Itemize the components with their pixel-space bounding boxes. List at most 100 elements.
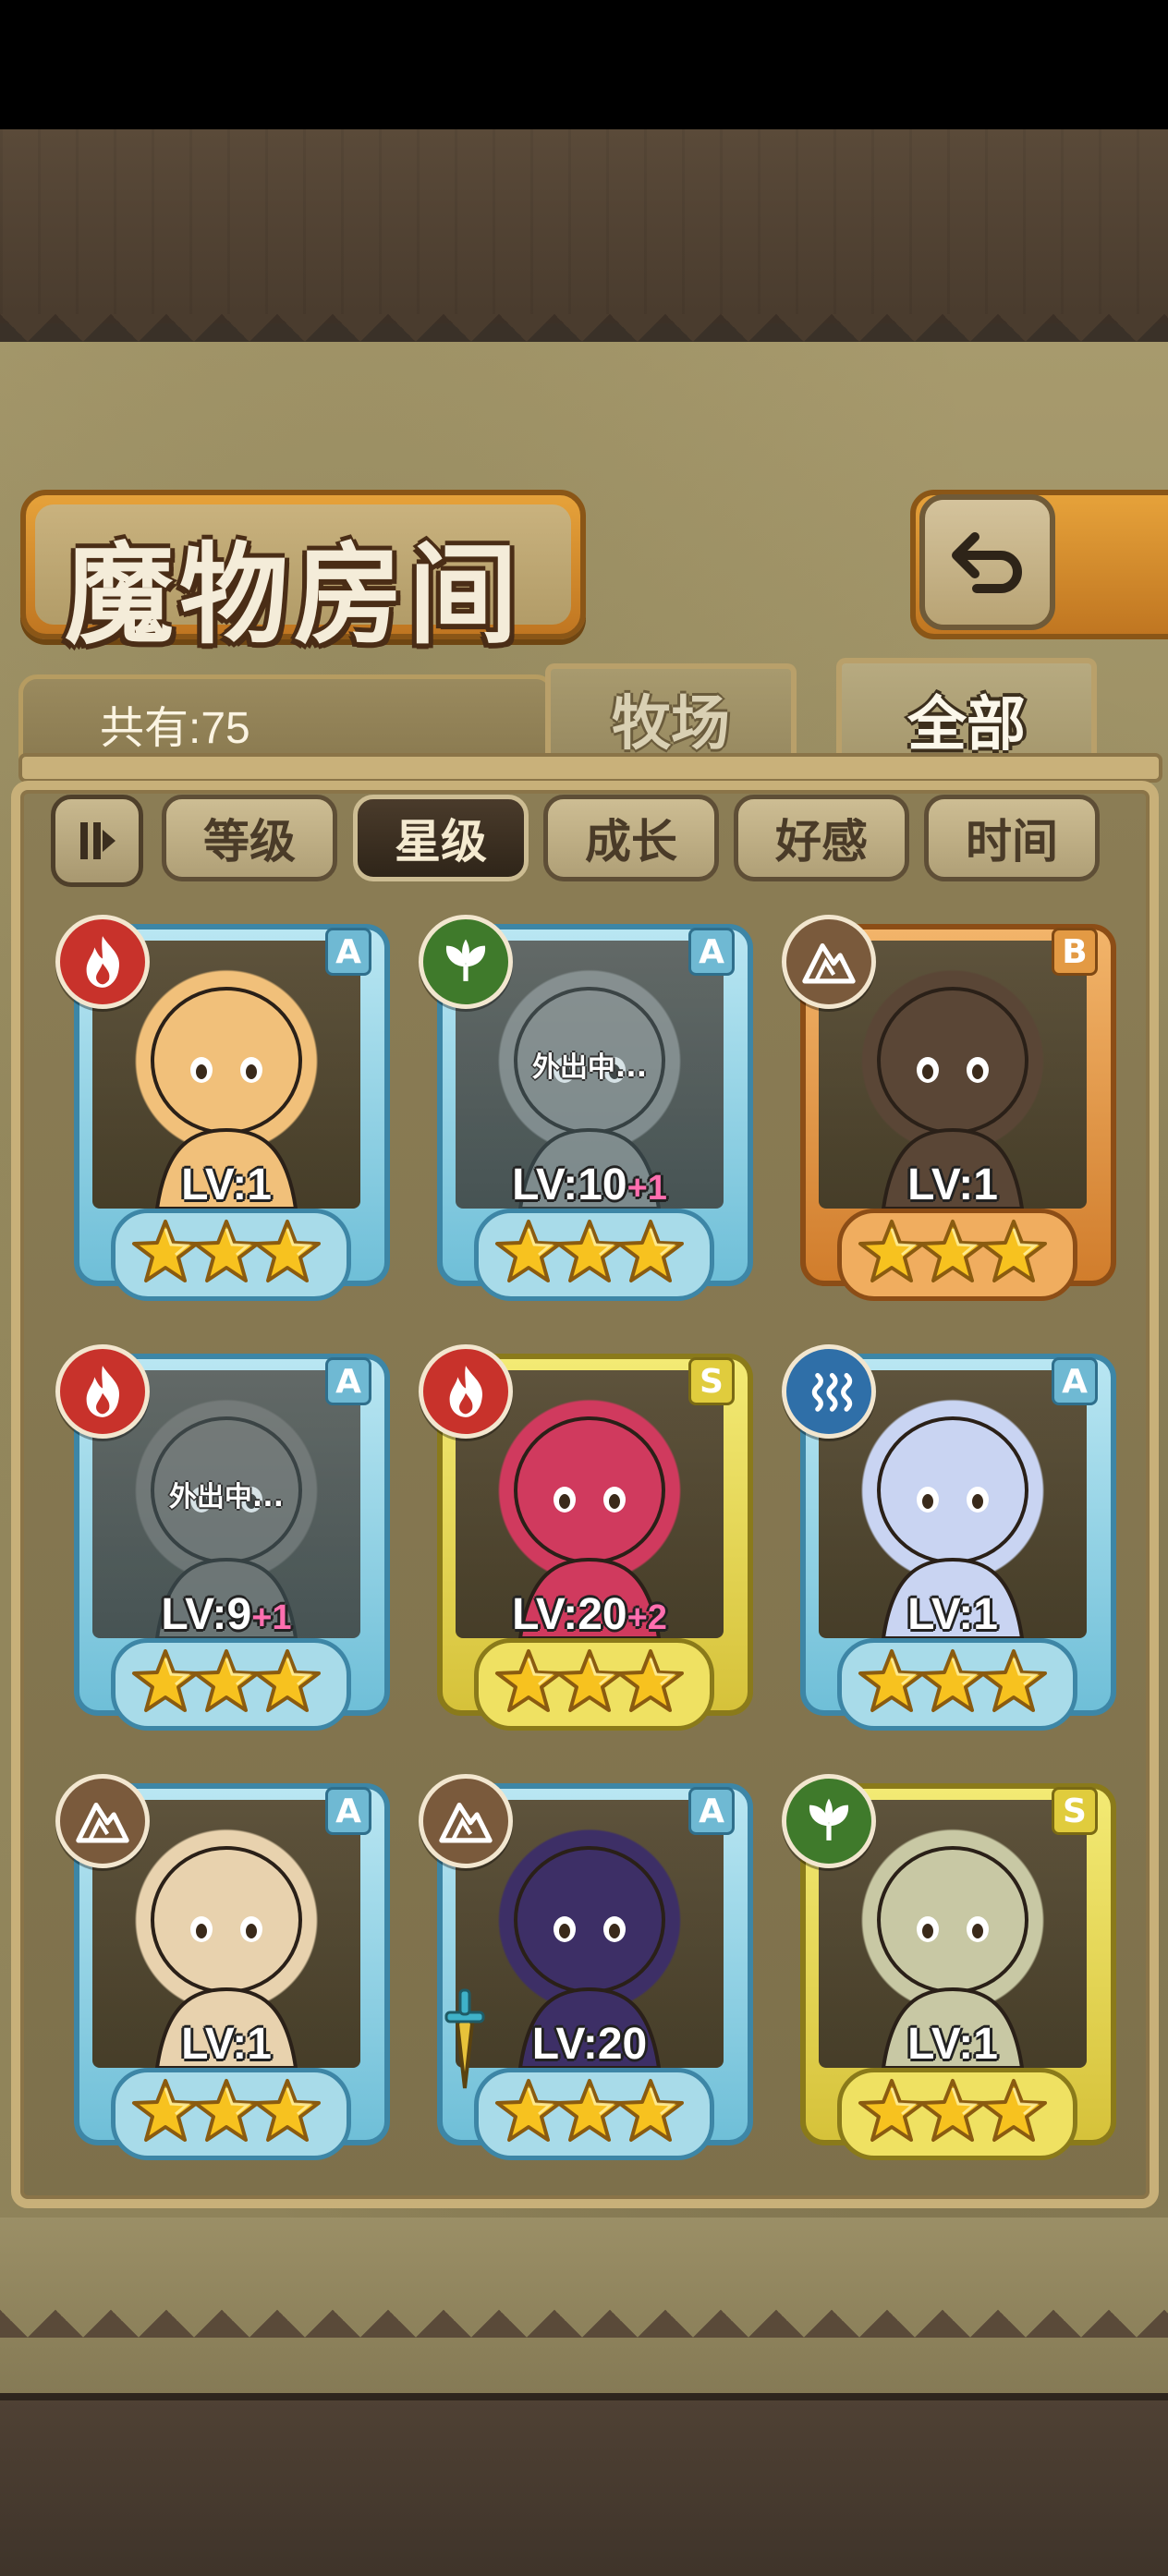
tab-ranch-label: 牧场	[612, 690, 730, 759]
star-icon	[193, 1649, 260, 1712]
level-label: LV:1	[55, 2019, 397, 2070]
sort-stars-button[interactable]: 星级	[353, 795, 529, 881]
grade-badge: A	[325, 928, 371, 976]
grade-badge: S	[1052, 1787, 1098, 1835]
element-badge	[419, 1344, 513, 1439]
fire-element-icon	[449, 1366, 483, 1417]
earth-element-icon	[802, 943, 856, 984]
element-badge	[782, 915, 876, 1009]
level-label: LV:10+1	[419, 1160, 760, 1210]
sort-level-label: 等级	[203, 815, 296, 869]
level-bonus: +1	[251, 1598, 292, 1637]
grade-badge: A	[688, 928, 735, 976]
monster-count: 共有:75	[100, 704, 250, 753]
level-value: LV:1	[181, 1160, 272, 1209]
level-label: LV:20+2	[419, 1589, 760, 1640]
monster-card[interactable]: A LV:1	[782, 1344, 1124, 1742]
star-icon	[617, 2079, 684, 2142]
grade-badge: A	[325, 1357, 371, 1405]
star-icon	[919, 2079, 986, 2142]
element-badge	[419, 1774, 513, 1868]
sort-order-toggle[interactable]	[51, 795, 143, 887]
star-icon	[617, 1649, 684, 1712]
earth-element-icon	[439, 1803, 493, 1843]
grade-badge: A	[1052, 1357, 1098, 1405]
status-bar	[0, 0, 1168, 129]
page-title: 魔物房间	[65, 530, 524, 659]
grade-badge: B	[1052, 928, 1098, 976]
element-badge	[419, 915, 513, 1009]
top-wood-panel	[0, 129, 1168, 323]
away-status: 外出中...	[531, 1051, 648, 1084]
level-value: LV:20	[531, 2020, 648, 2069]
sort-level-button[interactable]: 等级	[162, 795, 337, 881]
level-label: LV:1	[782, 1589, 1124, 1640]
star-rating	[495, 1645, 684, 1719]
element-badge	[782, 1774, 876, 1868]
element-badge	[782, 1344, 876, 1439]
star-icon	[193, 2079, 260, 2142]
star-icon	[919, 1220, 986, 1282]
sort-time-label: 时间	[966, 815, 1058, 869]
tab-all-label: 全部	[907, 691, 1026, 759]
level-value: LV:1	[907, 1160, 998, 1209]
star-icon	[919, 1649, 986, 1712]
star-icon	[556, 2079, 623, 2142]
star-icon	[495, 2079, 562, 2142]
level-bonus: +2	[627, 1598, 667, 1637]
element-badge	[55, 1344, 150, 1439]
star-icon	[495, 1649, 562, 1712]
monster-card[interactable]: A LV:20	[419, 1774, 760, 2171]
star-rating	[858, 2074, 1047, 2148]
monster-card[interactable]: S LV:20+2	[419, 1344, 760, 1742]
tab-divider	[18, 753, 1162, 783]
back-button[interactable]	[919, 494, 1055, 630]
star-icon	[858, 1220, 925, 1282]
star-rating	[858, 1215, 1047, 1289]
star-icon	[132, 1649, 199, 1712]
level-label: LV:9+1	[55, 1589, 397, 1640]
star-icon	[556, 1649, 623, 1712]
element-badge	[55, 915, 150, 1009]
monster-card[interactable]: A LV:1	[55, 1774, 397, 2171]
star-icon	[193, 1220, 260, 1282]
monster-card[interactable]: A 外出中... LV:9+1	[55, 1344, 397, 1742]
grade-badge: A	[688, 1787, 735, 1835]
star-icon	[254, 2079, 321, 2142]
star-icon	[556, 1220, 623, 1282]
level-value: LV:1	[907, 2020, 998, 2069]
star-icon	[858, 1649, 925, 1712]
star-rating	[858, 1645, 1047, 1719]
star-icon	[495, 1220, 562, 1282]
sort-time-button[interactable]: 时间	[924, 795, 1100, 881]
sort-growth-button[interactable]: 成长	[543, 795, 719, 881]
monster-card[interactable]: A 外出中... LV:10+1	[419, 915, 760, 1312]
monster-card[interactable]: B LV:1	[782, 915, 1124, 1312]
monster-card[interactable]: S LV:1	[782, 1774, 1124, 2171]
element-badge	[55, 1774, 150, 1868]
sort-bar: 等级 星级 成长 好感 时间	[51, 795, 1113, 887]
sort-affection-button[interactable]: 好感	[734, 795, 909, 881]
grade-badge: S	[688, 1357, 735, 1405]
star-rating	[132, 2074, 321, 2148]
star-rating	[132, 1645, 321, 1719]
earth-element-icon	[76, 1803, 129, 1843]
star-icon	[858, 2079, 925, 2142]
level-label: LV:1	[782, 2019, 1124, 2070]
zigzag-edge-bottom	[0, 2282, 1168, 2347]
level-label: LV:1	[782, 1160, 1124, 1210]
star-icon	[254, 1649, 321, 1712]
star-icon	[254, 1220, 321, 1282]
star-icon	[980, 1649, 1047, 1712]
star-icon	[980, 2079, 1047, 2142]
monster-card[interactable]: A LV:1	[55, 915, 397, 1312]
level-value: LV:10	[512, 1160, 627, 1209]
water-element-icon	[811, 1373, 853, 1412]
fire-element-icon	[86, 936, 120, 988]
sort-stars-label: 星级	[395, 815, 487, 869]
fire-element-icon	[86, 1366, 120, 1417]
star-icon	[617, 1220, 684, 1282]
bottom-wood-panel	[0, 2393, 1168, 2576]
leaf-element-icon	[809, 1798, 849, 1841]
star-rating	[495, 2074, 684, 2148]
